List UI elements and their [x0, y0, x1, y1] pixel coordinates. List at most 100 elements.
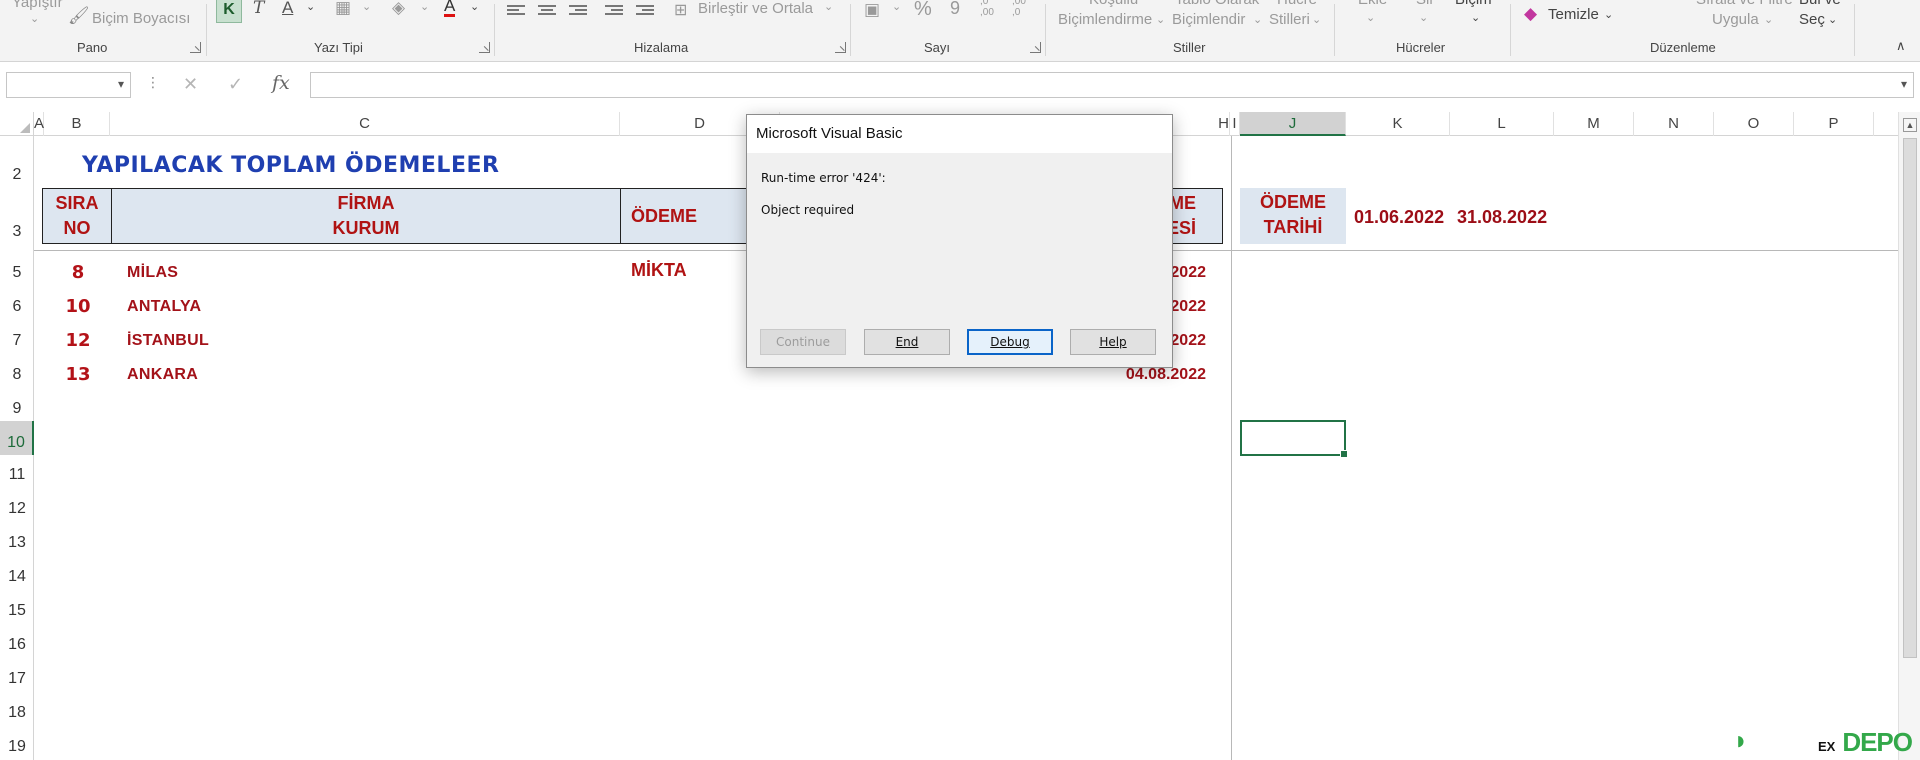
bold-button[interactable]: K [216, 0, 242, 23]
insert-cells-button[interactable]: Ekle [1358, 0, 1387, 8]
fill-color-icon[interactable]: ◈ [392, 0, 405, 18]
column-header-c[interactable]: C [110, 112, 620, 136]
row-header-2[interactable]: 2 [0, 166, 34, 184]
currency-format-icon[interactable]: ▣ [864, 0, 880, 20]
chevron-down-icon[interactable]: ⌄ [1828, 13, 1837, 26]
column-header-n[interactable]: N [1634, 112, 1714, 136]
chevron-down-icon[interactable]: ⌄ [1253, 13, 1262, 26]
active-cell-j10[interactable] [1240, 420, 1348, 458]
row-header-19[interactable]: 19 [0, 738, 34, 756]
chevron-down-icon[interactable]: ⌄ [1312, 13, 1321, 26]
cell-styles-label[interactable]: Hücre [1277, 0, 1317, 8]
chevron-down-icon[interactable]: ⌄ [362, 0, 371, 13]
scroll-thumb[interactable] [1903, 138, 1917, 658]
formula-input[interactable]: ▾ [310, 72, 1914, 98]
enter-icon[interactable]: ✓ [228, 74, 243, 95]
sort-filter-label[interactable]: Sırala ve Filtre [1696, 0, 1793, 8]
row-header-12[interactable]: 12 [0, 500, 34, 518]
format-cells-button[interactable]: Biçim [1455, 0, 1492, 8]
debug-button[interactable]: Debug [967, 329, 1053, 355]
row-header-7[interactable]: 7 [0, 332, 34, 350]
column-header-p[interactable]: P [1794, 112, 1874, 136]
column-header-o[interactable]: O [1714, 112, 1794, 136]
clear-button[interactable]: Temizle [1548, 6, 1599, 23]
chevron-down-icon[interactable]: ⌄ [1471, 11, 1480, 24]
underline-button[interactable]: A [282, 0, 293, 18]
chevron-down-icon[interactable]: ⌄ [420, 0, 429, 13]
row-header-11[interactable]: 11 [0, 466, 34, 484]
row-header-5[interactable]: 5 [0, 264, 34, 282]
row-header-9[interactable]: 9 [0, 400, 34, 418]
end-button[interactable]: End [864, 329, 950, 355]
comma-style-button[interactable]: 9 [950, 0, 960, 19]
column-header-m[interactable]: M [1554, 112, 1634, 136]
align-left-icon[interactable] [507, 5, 525, 19]
chevron-down-icon[interactable]: ⌄ [1156, 13, 1165, 26]
increase-decimal-button[interactable]: ,0 ,00 [980, 0, 1002, 18]
cancel-icon[interactable]: ✕ [183, 74, 198, 95]
column-header-k[interactable]: K [1346, 112, 1450, 136]
chevron-down-icon[interactable]: ⌄ [470, 0, 479, 13]
decrease-indent-icon[interactable] [605, 5, 623, 19]
format-as-table-label[interactable]: Tablo Olarak [1175, 0, 1259, 8]
help-button[interactable]: Help [1070, 329, 1156, 355]
chevron-down-icon[interactable]: ⌄ [30, 12, 39, 25]
alignment-launcher-icon[interactable] [835, 42, 846, 53]
scroll-up-icon[interactable]: ▲ [1903, 118, 1917, 132]
borders-icon[interactable]: ▦ [335, 0, 351, 18]
chevron-down-icon[interactable]: ⌄ [892, 0, 901, 13]
column-header-h[interactable]: H [1218, 112, 1230, 136]
conditional-formatting-label[interactable]: Koşullu [1089, 0, 1138, 8]
payment-end-date[interactable]: 31.08.2022 [1457, 207, 1547, 228]
chevron-down-icon[interactable]: ⌄ [824, 0, 833, 13]
row-header-15[interactable]: 15 [0, 602, 34, 620]
column-header-j[interactable]: J [1240, 112, 1346, 136]
row-header-6[interactable]: 6 [0, 298, 34, 316]
align-center-icon[interactable] [538, 5, 556, 19]
row-header-13[interactable]: 13 [0, 534, 34, 552]
dialog-title-bar[interactable]: Microsoft Visual Basic [747, 115, 1172, 153]
row-header-8[interactable]: 8 [0, 366, 34, 384]
sort-filter-button[interactable]: Uygula [1712, 11, 1759, 28]
conditional-formatting-button[interactable]: Biçimlendirme [1058, 11, 1152, 28]
row-header-16[interactable]: 16 [0, 636, 34, 654]
paste-button[interactable]: Yapıştır [12, 0, 63, 11]
chevron-down-icon[interactable]: ⌄ [1419, 11, 1428, 24]
chevron-down-icon[interactable]: ▾ [118, 77, 124, 91]
column-header-i[interactable]: I [1230, 112, 1240, 136]
payment-start-date[interactable]: 01.06.2022 [1354, 207, 1444, 228]
format-as-table-button[interactable]: Biçimlendir [1172, 11, 1245, 28]
name-box[interactable]: ▾ [6, 72, 131, 98]
row-header-14[interactable]: 14 [0, 568, 34, 586]
row-header-3[interactable]: 3 [0, 223, 34, 241]
chevron-down-icon[interactable]: ⌄ [1604, 8, 1613, 21]
cell-styles-button[interactable]: Stilleri [1269, 11, 1310, 28]
row-header-17[interactable]: 17 [0, 670, 34, 688]
column-header-a[interactable]: A [34, 112, 44, 136]
find-select-label[interactable]: Bul ve [1799, 0, 1841, 8]
format-painter-button[interactable]: Biçim Boyacısı [92, 10, 190, 27]
decrease-decimal-button[interactable]: ,00 ,0 [1012, 0, 1034, 18]
chevron-down-icon[interactable]: ⌄ [1366, 11, 1375, 24]
increase-indent-icon[interactable] [636, 5, 654, 19]
chevron-down-icon[interactable]: ⌄ [306, 0, 315, 13]
column-header-b[interactable]: B [44, 112, 110, 136]
insert-function-button[interactable]: fx [272, 72, 290, 94]
column-header-l[interactable]: L [1450, 112, 1554, 136]
align-right-icon[interactable] [569, 5, 587, 19]
clipboard-launcher-icon[interactable] [190, 42, 201, 53]
merge-center-button[interactable]: Birleştir ve Ortala [698, 0, 813, 17]
expand-formula-bar-icon[interactable]: ▾ [1901, 77, 1907, 91]
row-header-10[interactable]: 10 [0, 421, 34, 455]
select-all-corner[interactable] [0, 112, 34, 136]
find-select-button[interactable]: Seç [1799, 11, 1825, 28]
delete-cells-button[interactable]: Sil [1416, 0, 1433, 8]
more-options-icon[interactable]: ⋮ [146, 74, 160, 91]
collapse-ribbon-icon[interactable]: ∧ [1896, 38, 1906, 54]
percent-button[interactable]: % [914, 0, 932, 21]
font-launcher-icon[interactable] [479, 42, 490, 53]
vertical-scrollbar[interactable]: ▲ [1898, 112, 1920, 760]
row-header-18[interactable]: 18 [0, 704, 34, 722]
italic-button[interactable]: T [253, 0, 264, 18]
number-launcher-icon[interactable] [1030, 42, 1041, 53]
